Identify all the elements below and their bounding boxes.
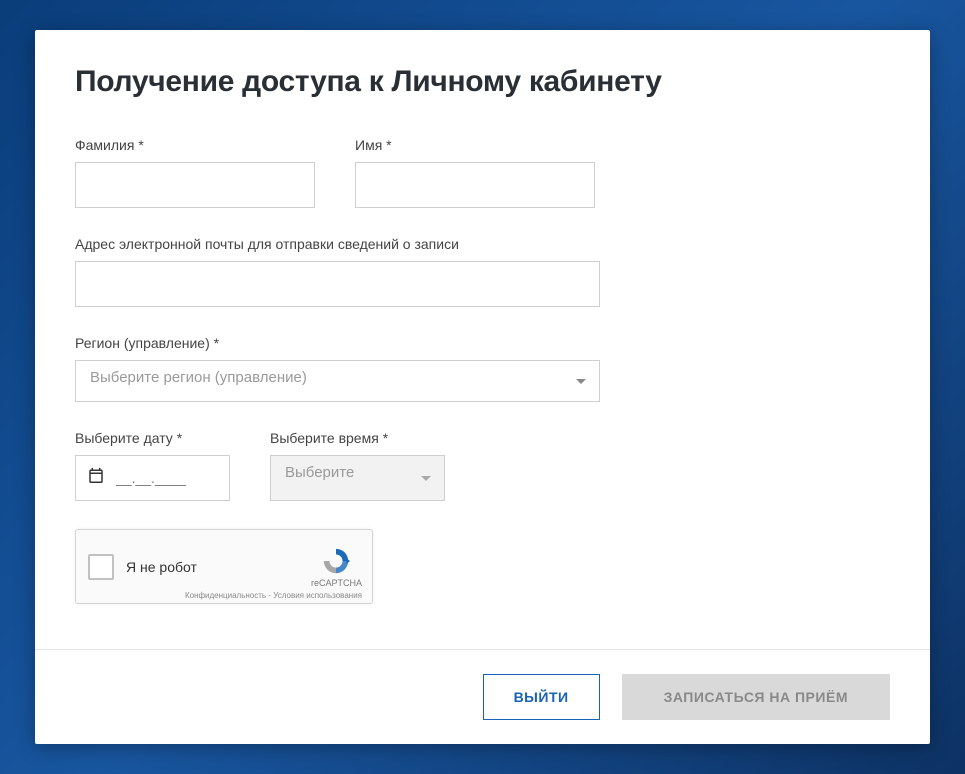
submit-button[interactable]: ЗАПИСАТЬСЯ НА ПРИЁМ [622, 674, 890, 720]
firstname-input[interactable] [355, 162, 595, 208]
modal-body: Получение доступа к Личному кабинету Фам… [35, 30, 930, 649]
recaptcha-checkbox[interactable] [88, 554, 114, 580]
date-input[interactable] [75, 455, 230, 501]
date-group: Выберите дату * [75, 430, 230, 501]
recaptcha-label: Я не робот [126, 559, 311, 575]
name-row: Фамилия * Имя * [75, 137, 890, 208]
lastname-group: Фамилия * [75, 137, 315, 208]
region-group: Регион (управление) * Выберите регион (у… [75, 335, 600, 402]
modal-footer: ВЫЙТИ ЗАПИСАТЬСЯ НА ПРИЁМ [35, 649, 930, 744]
email-label: Адрес электронной почты для отправки све… [75, 236, 600, 252]
region-row: Регион (управление) * Выберите регион (у… [75, 335, 890, 402]
time-select[interactable]: Выберите [270, 455, 445, 501]
recaptcha-widget: Я не робот reCAPTCHA Конфиденциальность … [75, 529, 373, 604]
lastname-input[interactable] [75, 162, 315, 208]
recaptcha-logo-icon [321, 546, 351, 576]
region-select-wrap: Выберите регион (управление) [75, 360, 600, 402]
datetime-row: Выберите дату * Выберите время * Выберит… [75, 430, 890, 501]
date-label: Выберите дату * [75, 430, 230, 446]
recaptcha-brand-text: reCAPTCHA [311, 578, 362, 588]
region-select[interactable]: Выберите регион (управление) [75, 360, 600, 402]
email-row: Адрес электронной почты для отправки све… [75, 236, 890, 307]
region-label: Регион (управление) * [75, 335, 600, 351]
firstname-label: Имя * [355, 137, 595, 153]
access-request-modal: Получение доступа к Личному кабинету Фам… [35, 30, 930, 744]
date-input-wrap [75, 455, 230, 501]
recaptcha-branding: reCAPTCHA [311, 546, 362, 588]
time-label: Выберите время * [270, 430, 445, 446]
time-select-wrap: Выберите [270, 455, 445, 501]
recaptcha-terms: Конфиденциальность - Условия использован… [185, 591, 362, 600]
cancel-button[interactable]: ВЫЙТИ [483, 674, 600, 720]
firstname-group: Имя * [355, 137, 595, 208]
lastname-label: Фамилия * [75, 137, 315, 153]
time-group: Выберите время * Выберите [270, 430, 445, 501]
modal-title: Получение доступа к Личному кабинету [75, 65, 890, 99]
email-group: Адрес электронной почты для отправки све… [75, 236, 600, 307]
email-input[interactable] [75, 261, 600, 307]
